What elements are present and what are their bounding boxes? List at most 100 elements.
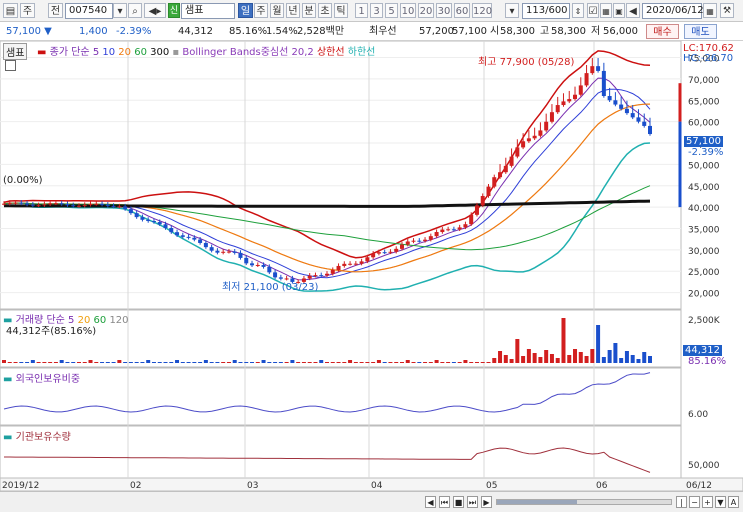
candle-body: [578, 85, 583, 95]
minute-button-3[interactable]: 3: [370, 3, 383, 18]
stock-code-input[interactable]: 007540: [65, 3, 113, 19]
tool-icon[interactable]: ⚒: [720, 3, 734, 18]
volume-bar: [492, 358, 497, 363]
y-tick-label: 40,000: [688, 204, 720, 214]
count-field[interactable]: 113/600: [522, 3, 570, 19]
all-market-button[interactable]: 전: [48, 3, 63, 18]
volume-bar: [215, 362, 220, 363]
scroll-right-button[interactable]: ▶: [481, 496, 492, 508]
ma60-label: 60: [134, 47, 147, 58]
minute-button-30[interactable]: 30: [436, 3, 452, 18]
zoom-in-button[interactable]: ▼: [715, 496, 726, 508]
volume-ratio: 85.16%: [229, 26, 268, 37]
minute-button-120[interactable]: 120: [472, 3, 492, 18]
minute-button-1[interactable]: 1: [355, 3, 368, 18]
volume-bar: [526, 349, 531, 363]
scroll-left-button[interactable]: ◀: [425, 496, 436, 508]
period-button-3[interactable]: 분: [302, 3, 316, 18]
volume-bar: [423, 362, 428, 363]
buy-button[interactable]: 매수: [646, 24, 679, 39]
candle-body: [226, 251, 231, 253]
volume-bar: [555, 358, 560, 363]
chart-toolbar: ▤ 주 전 007540 ▾ ⌕ ◀▸ 신 샘표 일 ▾ 113/600 ⇕ ☑…: [0, 0, 743, 22]
volume-bar: [117, 360, 122, 363]
volume-bar: [88, 360, 93, 363]
volume-bar: [463, 360, 468, 363]
minute-button-5[interactable]: 5: [385, 3, 398, 18]
volume-bar: [76, 362, 81, 363]
stock-chart[interactable]: 75,00070,00065,00060,00055,00050,00045,0…: [0, 41, 743, 491]
stock-type-button[interactable]: 주: [20, 3, 35, 18]
search-icon[interactable]: ⌕: [128, 3, 142, 18]
candle-body: [53, 203, 58, 205]
minute-button-20[interactable]: 20: [418, 3, 434, 18]
date-picker-icon[interactable]: ◀: [626, 3, 640, 18]
volume-bar: [596, 325, 601, 363]
minute-button-10[interactable]: 10: [400, 3, 416, 18]
candle-body: [59, 203, 64, 205]
volume-bar: [157, 362, 162, 363]
save-icon[interactable]: ▣: [613, 3, 625, 18]
volume-bar: [578, 352, 583, 363]
period-button-5[interactable]: 틱: [334, 3, 348, 18]
zoom-plus-button[interactable]: +: [702, 496, 713, 508]
volume-bar: [128, 362, 133, 363]
volume-bar: [399, 362, 404, 363]
scrollbar-thumb[interactable]: [497, 500, 577, 504]
price-tab[interactable]: 샘표: [3, 43, 28, 60]
period-button-4[interactable]: 초: [318, 3, 332, 18]
volume-bar: [7, 362, 12, 363]
volume-bar: [30, 360, 35, 363]
zoom-out-button[interactable]: |: [676, 496, 687, 508]
scroll-last-button[interactable]: ⏭: [467, 496, 478, 508]
period-dropdown-button[interactable]: ▾: [505, 3, 519, 18]
stop-button[interactable]: ■: [453, 496, 464, 508]
volume-bar: [451, 362, 456, 363]
volume-bar: [538, 357, 543, 363]
sell-button[interactable]: 매도: [684, 24, 717, 39]
candle-body: [186, 236, 191, 238]
panel-collapse-icon[interactable]: [5, 60, 16, 71]
volume-bar: [296, 362, 301, 363]
y-tick-label: 6.00: [688, 410, 708, 420]
scroll-first-button[interactable]: ⏮: [439, 496, 450, 508]
volume-bar: [42, 362, 47, 363]
minute-button-60[interactable]: 60: [454, 3, 470, 18]
ask-price: 57,200: [419, 26, 454, 37]
candle-body: [567, 99, 572, 102]
volume-bar: [180, 362, 185, 363]
candle-body: [82, 204, 87, 206]
candle-body: [146, 219, 151, 222]
candle-body: [151, 221, 156, 223]
volume-bar: [48, 362, 53, 363]
count-stepper[interactable]: ⇕: [572, 3, 584, 18]
candle-body: [428, 236, 433, 240]
period-day-button[interactable]: 일: [238, 3, 253, 18]
date-field[interactable]: 2020/06/12: [642, 3, 704, 19]
period-button-1[interactable]: 월: [270, 3, 284, 18]
candle-body: [434, 232, 439, 237]
candle-body: [486, 186, 491, 197]
table-icon[interactable]: ▦: [600, 3, 612, 18]
checkbox-icon[interactable]: ☑: [587, 3, 599, 18]
horizontal-scrollbar[interactable]: [496, 499, 672, 505]
candle-body: [342, 263, 347, 266]
prev-next-button[interactable]: ◀▸: [144, 3, 166, 18]
candle-body: [134, 213, 139, 218]
period-button-0[interactable]: 주: [254, 3, 268, 18]
y-tick-label: 50,000: [688, 461, 720, 471]
period-button-2[interactable]: 년: [286, 3, 300, 18]
text-size-button[interactable]: A: [728, 496, 739, 508]
candle-body: [555, 105, 560, 113]
candle-body: [480, 196, 485, 206]
candle-body: [221, 251, 226, 253]
calendar-icon[interactable]: ▦: [703, 3, 717, 18]
open-price: 58,300: [500, 26, 535, 37]
menu-icon[interactable]: ▤: [3, 3, 18, 18]
code-dropdown-button[interactable]: ▾: [113, 3, 127, 18]
volume-bar: [169, 362, 174, 363]
y-tick-label: 60,000: [688, 119, 720, 129]
volume-bar: [65, 362, 70, 363]
low-price: 56,000: [603, 26, 638, 37]
zoom-minus-button[interactable]: −: [689, 496, 700, 508]
